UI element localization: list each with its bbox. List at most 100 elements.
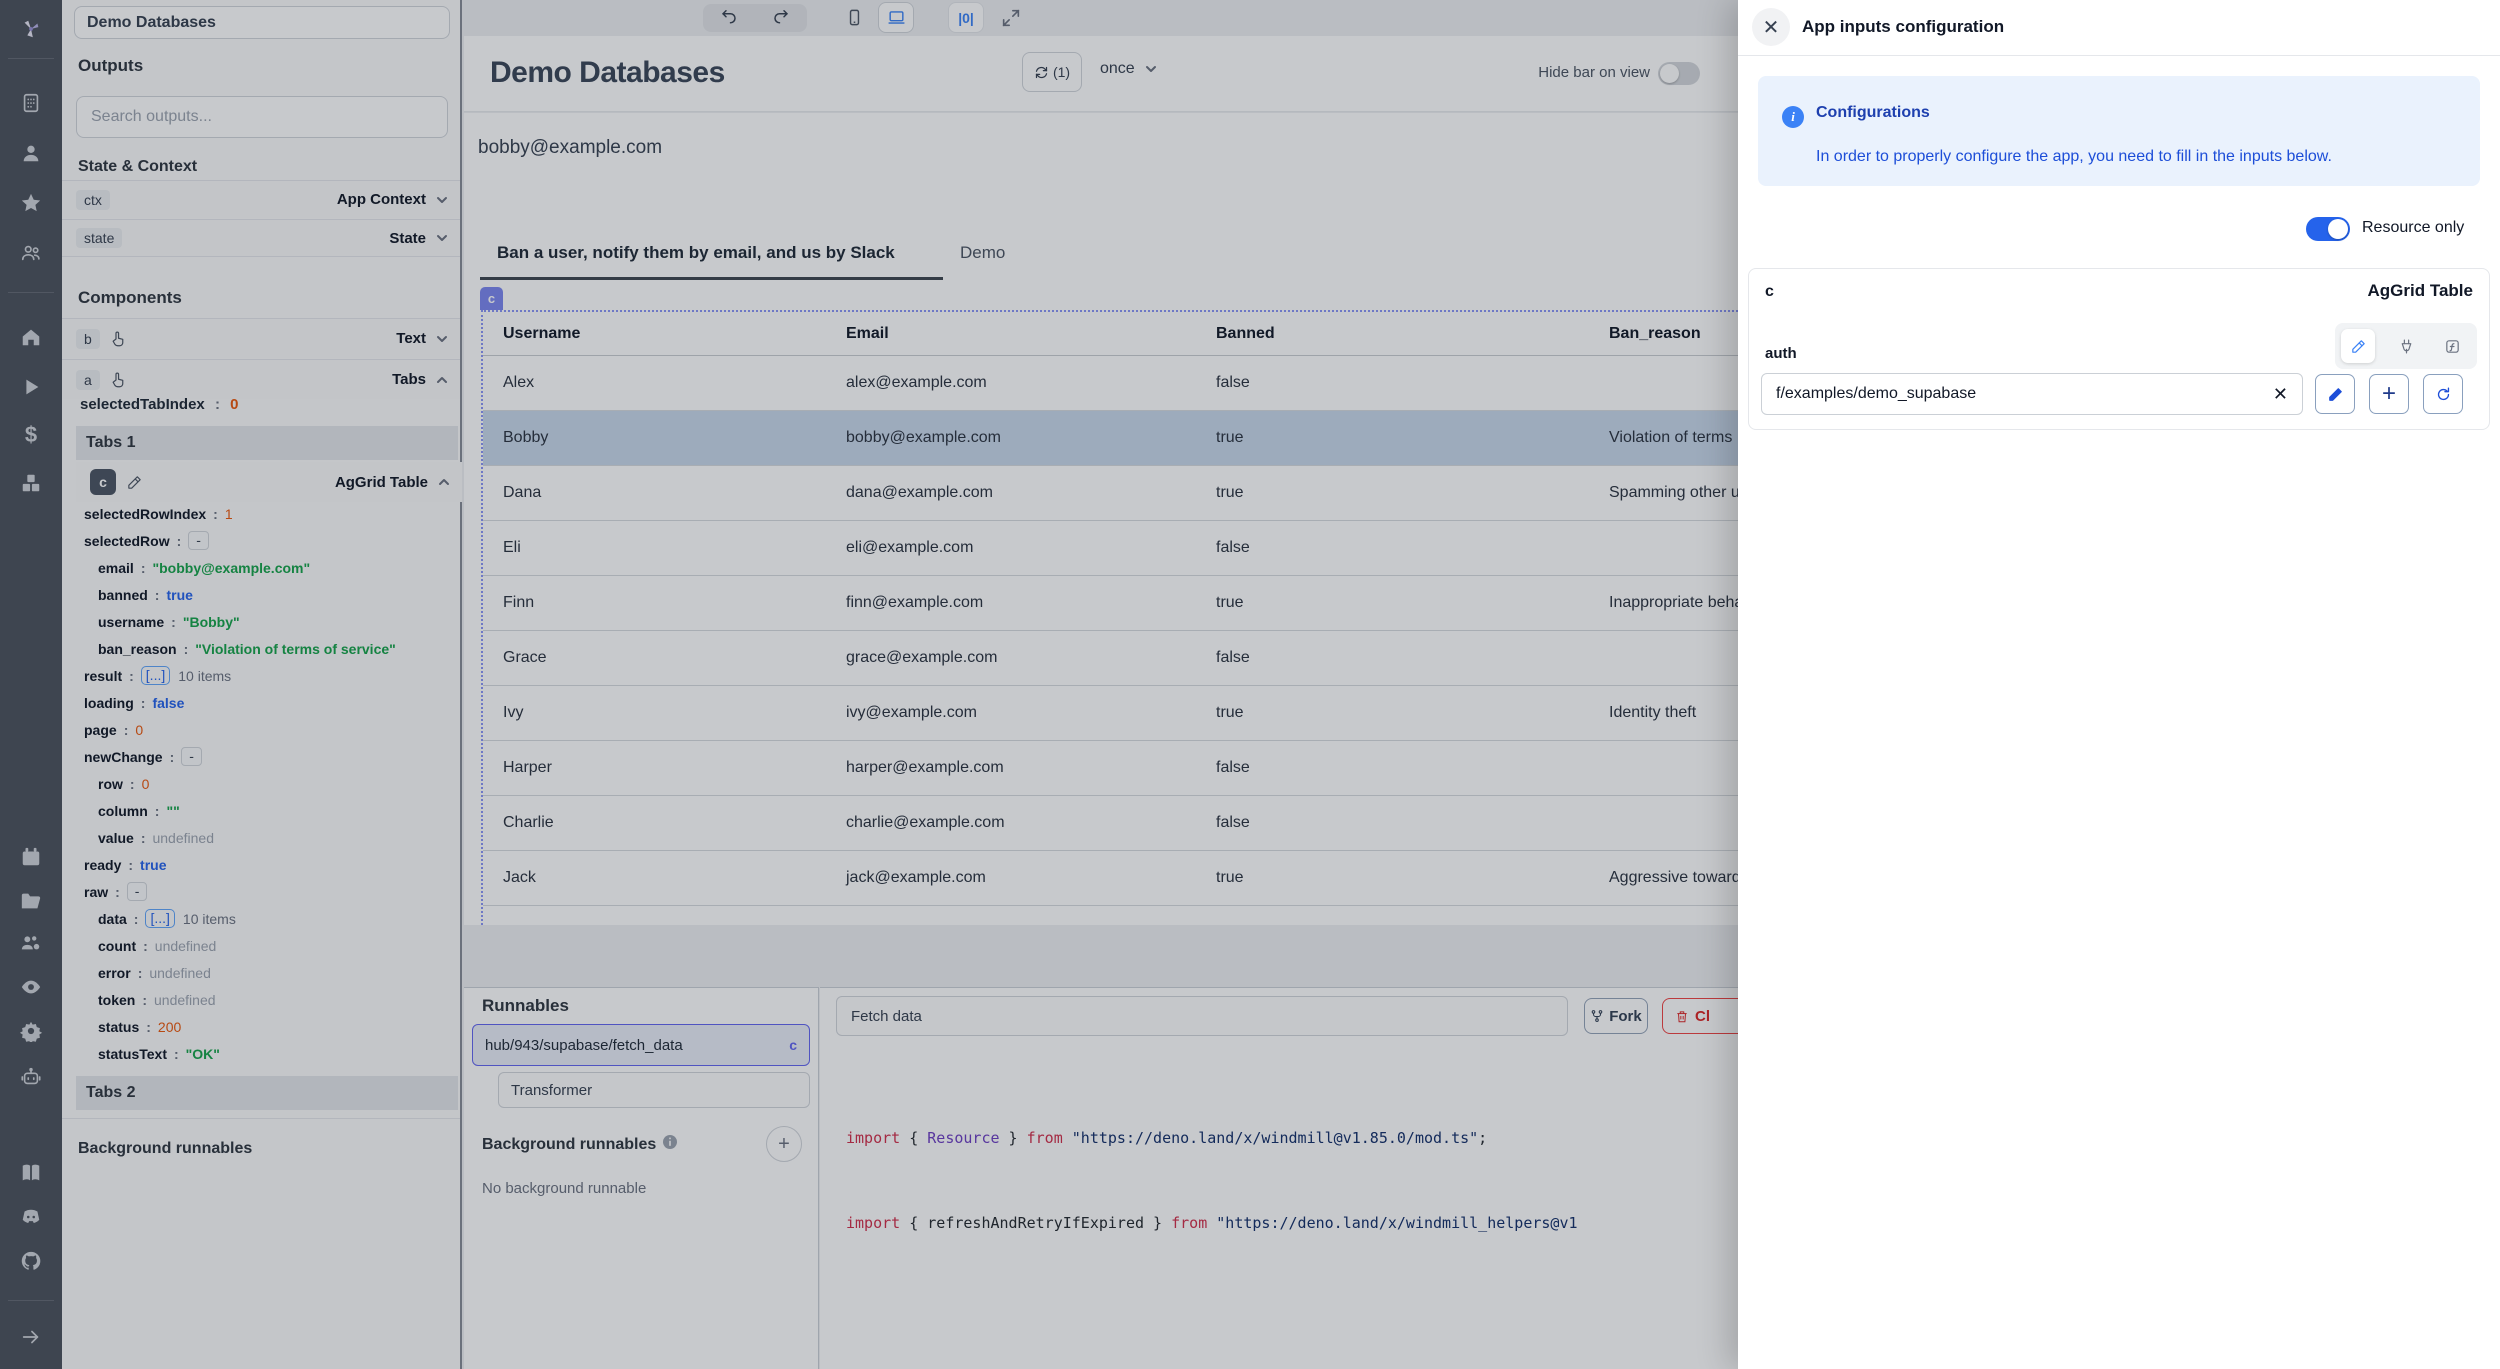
- output-property-row[interactable]: token : undefined: [76, 986, 456, 1013]
- output-property-row[interactable]: error : undefined: [76, 959, 456, 986]
- chevron-down-icon[interactable]: [434, 331, 450, 347]
- resource-only-toggle[interactable]: [2306, 217, 2350, 241]
- redo-icon[interactable]: [772, 7, 790, 30]
- chevron-down-icon[interactable]: [434, 192, 450, 208]
- apps-grid-icon[interactable]: [18, 90, 44, 116]
- table-row[interactable]: Finn finn@example.com true Inappropriate…: [483, 576, 1738, 631]
- runnable-transformer[interactable]: Transformer: [498, 1072, 810, 1108]
- chevron-down-icon[interactable]: [434, 230, 450, 246]
- output-property-row[interactable]: ban_reason : "Violation of terms of serv…: [76, 635, 456, 662]
- table-row[interactable]: Ivy ivy@example.com true Identity theft: [483, 686, 1738, 741]
- resource-path-input[interactable]: f/examples/demo_supabase ✕: [1761, 373, 2303, 415]
- output-property-row[interactable]: page : 0: [76, 716, 456, 743]
- refresh-resource-button[interactable]: [2423, 374, 2463, 414]
- runnable-fetch-data[interactable]: hub/943/supabase/fetch_data c: [472, 1024, 810, 1066]
- table-row[interactable]: Grace grace@example.com false: [483, 631, 1738, 686]
- users-gear-icon[interactable]: [18, 930, 44, 956]
- table-row[interactable]: Charlie charlie@example.com false: [483, 796, 1738, 851]
- clear-button[interactable]: Cl: [1662, 998, 1738, 1034]
- pencil-icon[interactable]: [126, 474, 143, 491]
- output-property-row[interactable]: banned : true: [76, 581, 456, 608]
- col-username[interactable]: Username: [483, 325, 826, 343]
- tab-ban-a-user[interactable]: Ban a user, notify them by email, and us…: [497, 243, 895, 263]
- aggrid-table-component[interactable]: Username Email Banned Ban_reason Alex al…: [481, 310, 1738, 925]
- col-email[interactable]: Email: [826, 325, 1196, 343]
- expand-icon[interactable]: [1000, 7, 1022, 29]
- close-drawer-button[interactable]: ✕: [1752, 8, 1790, 46]
- component-row-b[interactable]: b Text: [62, 318, 460, 358]
- output-property-row[interactable]: column : "": [76, 797, 456, 824]
- github-icon[interactable]: [18, 1248, 44, 1274]
- chevron-up-icon[interactable]: [436, 474, 452, 490]
- output-property-row[interactable]: data : [...] 10 items: [76, 905, 456, 932]
- star-icon[interactable]: [18, 190, 44, 216]
- text-component-b[interactable]: bobby@example.com: [478, 137, 662, 159]
- runnable-name-input[interactable]: Fetch data: [836, 996, 1568, 1036]
- selected-component-badge[interactable]: c: [480, 287, 503, 310]
- home-icon[interactable]: [18, 324, 44, 350]
- desktop-preview-button[interactable]: [878, 2, 914, 33]
- cubes-icon[interactable]: [18, 470, 44, 496]
- output-property-row[interactable]: status : 200: [76, 1013, 456, 1040]
- arrow-right-icon[interactable]: [18, 1324, 44, 1350]
- fork-button[interactable]: Fork: [1584, 998, 1648, 1034]
- col-banned[interactable]: Banned: [1196, 325, 1589, 343]
- folder-icon[interactable]: [18, 888, 44, 914]
- robot-icon[interactable]: [18, 1064, 44, 1090]
- gear-icon[interactable]: [18, 1018, 44, 1044]
- tabs2-section-header[interactable]: Tabs 2: [76, 1076, 458, 1110]
- code-editor[interactable]: import { Resource } from "https://deno.l…: [846, 1042, 1738, 1369]
- edit-resource-button[interactable]: [2315, 374, 2355, 414]
- output-row-ctx[interactable]: ctx App Context: [62, 180, 460, 218]
- table-row[interactable]: Dana dana@example.com true Spamming othe…: [483, 466, 1738, 521]
- user-group-icon[interactable]: [18, 240, 44, 266]
- book-icon[interactable]: [18, 1160, 44, 1186]
- search-outputs-input[interactable]: Search outputs...: [76, 96, 448, 138]
- discord-icon[interactable]: [18, 1204, 44, 1230]
- eval-mode-button[interactable]: [2435, 329, 2469, 363]
- table-row[interactable]: Jack jack@example.com true Aggressive to…: [483, 851, 1738, 906]
- output-property-row[interactable]: loading : false: [76, 689, 456, 716]
- center-canvas-button[interactable]: |0|: [948, 2, 984, 33]
- windmill-logo[interactable]: [18, 16, 44, 42]
- output-property-row[interactable]: result : [...] 10 items: [76, 662, 456, 689]
- output-property-row[interactable]: count : undefined: [76, 932, 456, 959]
- app-canvas[interactable]: bobby@example.com Ban a user, notify the…: [464, 113, 1738, 925]
- tab-demo[interactable]: Demo: [960, 243, 1005, 263]
- mobile-preview-button[interactable]: [836, 2, 872, 33]
- eye-icon[interactable]: [18, 974, 44, 1000]
- undo-icon[interactable]: [720, 7, 738, 30]
- output-property-row[interactable]: selectedRow : -: [76, 527, 456, 554]
- table-row[interactable]: Bobby bobby@example.com true Violation o…: [483, 411, 1738, 466]
- chevron-up-icon[interactable]: [434, 372, 450, 388]
- schedule-dropdown[interactable]: once: [1100, 60, 1159, 78]
- add-background-runnable-button[interactable]: +: [766, 1126, 802, 1162]
- app-name-input[interactable]: Demo Databases: [74, 6, 450, 39]
- col-ban-reason[interactable]: Ban_reason: [1589, 325, 1738, 343]
- refresh-button[interactable]: (1): [1022, 52, 1082, 92]
- output-property-row[interactable]: raw : -: [76, 878, 456, 905]
- table-row[interactable]: Harper harper@example.com false: [483, 741, 1738, 796]
- hide-bar-toggle[interactable]: [1658, 62, 1700, 85]
- add-resource-button[interactable]: +: [2369, 374, 2409, 414]
- component-row-a[interactable]: a Tabs: [62, 359, 460, 399]
- user-icon[interactable]: [18, 140, 44, 166]
- output-property-row[interactable]: ready : true: [76, 851, 456, 878]
- output-row-state[interactable]: state State: [62, 219, 460, 257]
- static-mode-button[interactable]: [2341, 329, 2375, 363]
- output-property-row[interactable]: row : 0: [76, 770, 456, 797]
- output-property-row[interactable]: selectedRowIndex : 1: [76, 500, 456, 527]
- output-property-row[interactable]: email : "bobby@example.com": [76, 554, 456, 581]
- calendar-icon[interactable]: [18, 844, 44, 870]
- output-property-row[interactable]: statusText : "OK": [76, 1040, 456, 1067]
- connect-mode-button[interactable]: [2389, 329, 2423, 363]
- output-property-row[interactable]: username : "Bobby": [76, 608, 456, 635]
- dollar-icon[interactable]: $: [18, 422, 44, 448]
- play-icon[interactable]: [18, 374, 44, 400]
- output-property-row[interactable]: newChange : -: [76, 743, 456, 770]
- component-row-c[interactable]: c AgGrid Table: [76, 462, 462, 502]
- table-row[interactable]: Eli eli@example.com false: [483, 521, 1738, 576]
- output-property-row[interactable]: value : undefined: [76, 824, 456, 851]
- tabs1-section-header[interactable]: Tabs 1: [76, 426, 458, 460]
- clear-input-icon[interactable]: ✕: [2273, 384, 2288, 405]
